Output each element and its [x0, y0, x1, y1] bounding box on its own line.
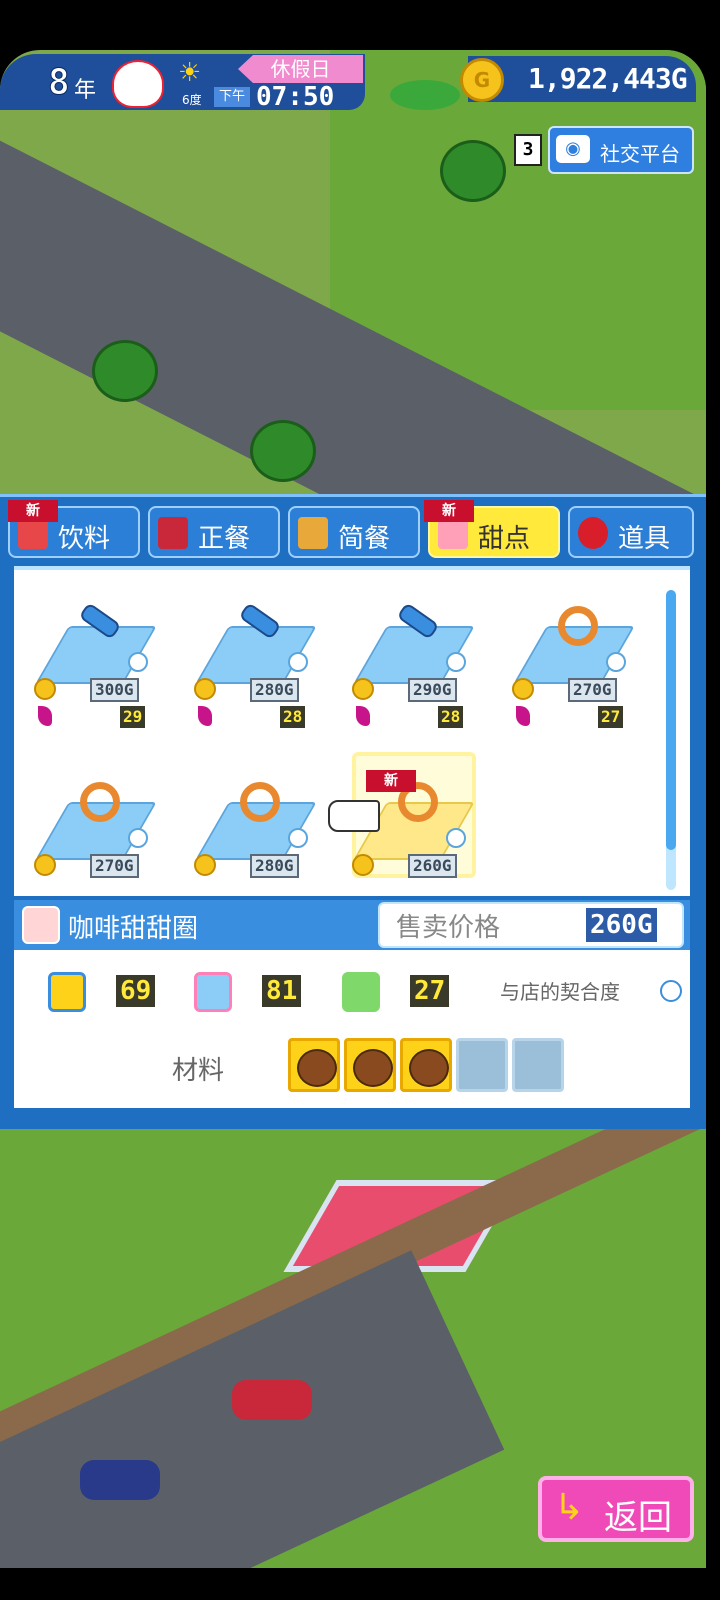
refresh-icon [288, 652, 308, 672]
taste-smiley-icon [48, 972, 86, 1012]
scrollbar-thumb[interactable] [666, 590, 676, 850]
category-tabs: 饮料 正餐 简餐 甜点 道具 [8, 506, 698, 560]
coin-icon [512, 678, 534, 700]
tab-items[interactable]: 道具 [568, 506, 694, 558]
refresh-icon [128, 828, 148, 848]
item-popularity: 28 [280, 706, 306, 728]
tab-meals[interactable]: 正餐 [148, 506, 280, 558]
social-platform-button[interactable]: ◉ 社交平台 [548, 126, 694, 174]
material-slot-empty [512, 1038, 564, 1092]
coin-icon [352, 854, 374, 876]
popularity-icon [38, 706, 52, 726]
dessert-item[interactable]: 290G 28 [348, 602, 498, 736]
popularity-icon [516, 706, 530, 726]
item-price: 260G [408, 854, 457, 878]
tab-label: 正餐 [198, 524, 251, 554]
dessert-item[interactable]: 300G 29 [30, 602, 180, 736]
dessert-item[interactable]: 270G 27 [508, 606, 658, 736]
appearance-sparkle-icon [194, 972, 232, 1012]
coin-icon [194, 854, 216, 876]
refresh-icon [288, 828, 308, 848]
coin-icon [34, 678, 56, 700]
snack-icon [298, 517, 328, 549]
tab-label: 道具 [618, 524, 671, 554]
snowman-mascot-icon [112, 60, 164, 108]
sun-icon: ☀ [178, 58, 202, 88]
car [80, 1460, 160, 1500]
tab-label: 甜点 [478, 524, 531, 554]
donut-icon [558, 606, 598, 646]
item-price: 270G [568, 678, 617, 702]
new-badge: 新 [424, 500, 474, 522]
material-slot-coffee-bean [344, 1038, 396, 1092]
materials-label: 材料 [172, 1056, 225, 1086]
compatibility-label: 与店的契合度 [500, 980, 620, 1004]
item-price: 270G [90, 854, 139, 878]
popularity-icon [342, 972, 380, 1012]
new-badge: 新 [8, 500, 58, 522]
dessert-item[interactable]: 280G 28 [190, 602, 340, 736]
tree [250, 420, 316, 482]
refresh-icon [128, 652, 148, 672]
sale-price-label: 售卖价格 [396, 913, 501, 943]
material-slot-coffee-bean [400, 1038, 452, 1092]
ampm-badge: 下午 [214, 87, 250, 107]
item-popularity: 27 [598, 706, 624, 728]
refresh-icon [446, 828, 466, 848]
item-price: 280G [250, 678, 299, 702]
social-notification-count: 3 [514, 134, 542, 166]
coin-icon [34, 854, 56, 876]
holiday-badge: 休假日 [238, 55, 363, 83]
cake-icon [22, 906, 60, 944]
money-amount: 1,922,443G [528, 62, 688, 95]
compatibility-circle-icon [660, 980, 682, 1002]
taste-value: 69 [116, 975, 156, 1007]
back-button[interactable]: ↳ 返回 [538, 1476, 694, 1542]
tree [440, 140, 506, 202]
dessert-item[interactable]: 270G [30, 782, 180, 912]
new-badge: 新 [366, 770, 416, 792]
tab-snacks[interactable]: 简餐 [288, 506, 420, 558]
meal-icon [158, 517, 188, 549]
gold-coin-icon: G [460, 58, 504, 102]
clock: 07:50 [256, 82, 335, 112]
social-platform-label: 社交平台 [600, 142, 680, 166]
sale-price-value: 260G [586, 908, 657, 942]
tree [92, 340, 158, 402]
apple-icon [578, 517, 608, 549]
item-name: 咖啡甜甜圈 [68, 914, 199, 944]
popularity-icon [356, 706, 370, 726]
year-label: 年 [74, 78, 97, 103]
pointing-hand-cursor-icon [328, 800, 380, 832]
camera-icon: ◉ [556, 135, 590, 163]
year-number: 8 [48, 62, 71, 104]
temperature: 6度 [182, 93, 202, 107]
return-arrow-icon: ↳ [554, 1487, 585, 1528]
material-slot-coffee-bean [288, 1038, 340, 1092]
material-slot-empty [456, 1038, 508, 1092]
car [232, 1380, 312, 1420]
item-price: 290G [408, 678, 457, 702]
item-price: 280G [250, 854, 299, 878]
item-popularity: 29 [120, 706, 146, 728]
popularity-value: 27 [410, 975, 450, 1007]
item-popularity: 28 [438, 706, 464, 728]
refresh-icon [606, 652, 626, 672]
appearance-value: 81 [262, 975, 302, 1007]
item-price: 300G [90, 678, 139, 702]
dessert-item[interactable]: 280G [190, 782, 340, 912]
tab-label: 简餐 [338, 524, 391, 554]
tab-label: 饮料 [58, 524, 111, 554]
coin-icon [352, 678, 374, 700]
back-label: 返回 [604, 1498, 672, 1538]
donut-icon [240, 782, 280, 822]
palm-tree [390, 80, 460, 110]
coin-icon [194, 678, 216, 700]
popularity-icon [198, 706, 212, 726]
refresh-icon [446, 652, 466, 672]
donut-icon [80, 782, 120, 822]
